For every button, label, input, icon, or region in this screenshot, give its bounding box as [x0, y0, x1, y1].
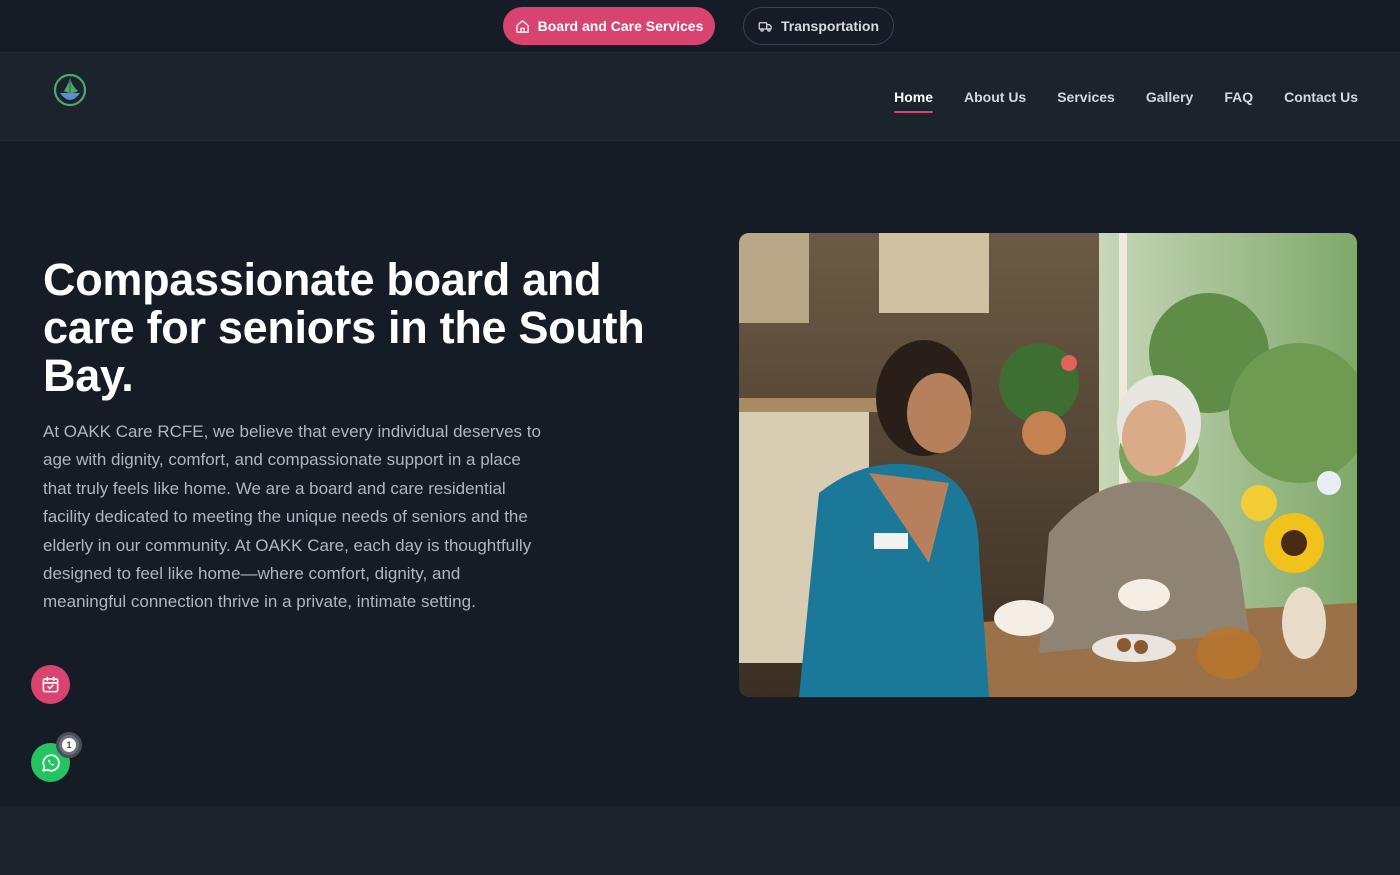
calendar-check-icon [42, 676, 59, 693]
whatsapp-icon [41, 753, 60, 772]
nav-services[interactable]: Services [1057, 85, 1115, 109]
notification-count: 1 [62, 738, 76, 752]
home-icon [515, 19, 529, 33]
main-nav: Home About Us Services Gallery FAQ Conta… [894, 53, 1358, 140]
schedule-visit-button[interactable] [31, 665, 70, 704]
board-care-services-label: Board and Care Services [537, 18, 704, 34]
nav-contact-us[interactable]: Contact Us [1284, 85, 1358, 109]
hero-title: Compassionate board and care for seniors… [43, 254, 645, 401]
nav-gallery[interactable]: Gallery [1146, 85, 1193, 109]
truck-icon [758, 21, 772, 32]
hero-photo [739, 233, 1357, 697]
nav-home[interactable]: Home [894, 85, 933, 113]
site-header: Home About Us Services Gallery FAQ Conta… [0, 53, 1400, 141]
board-care-services-tab[interactable]: Board and Care Services [503, 7, 715, 45]
nav-about-us[interactable]: About Us [964, 85, 1026, 109]
whatsapp-notification-badge: 1 [56, 732, 82, 758]
next-section-band [0, 806, 1400, 875]
service-switcher-bar: Board and Care Services Transportation [0, 0, 1400, 53]
oakk-care-logo[interactable] [48, 71, 96, 119]
nav-faq[interactable]: FAQ [1224, 85, 1253, 109]
transportation-tab[interactable]: Transportation [743, 7, 894, 45]
transportation-label: Transportation [780, 18, 879, 34]
caregiver-photo-illustration [739, 233, 1357, 697]
hero-description: At OAKK Care RCFE, we believe that every… [43, 422, 541, 612]
